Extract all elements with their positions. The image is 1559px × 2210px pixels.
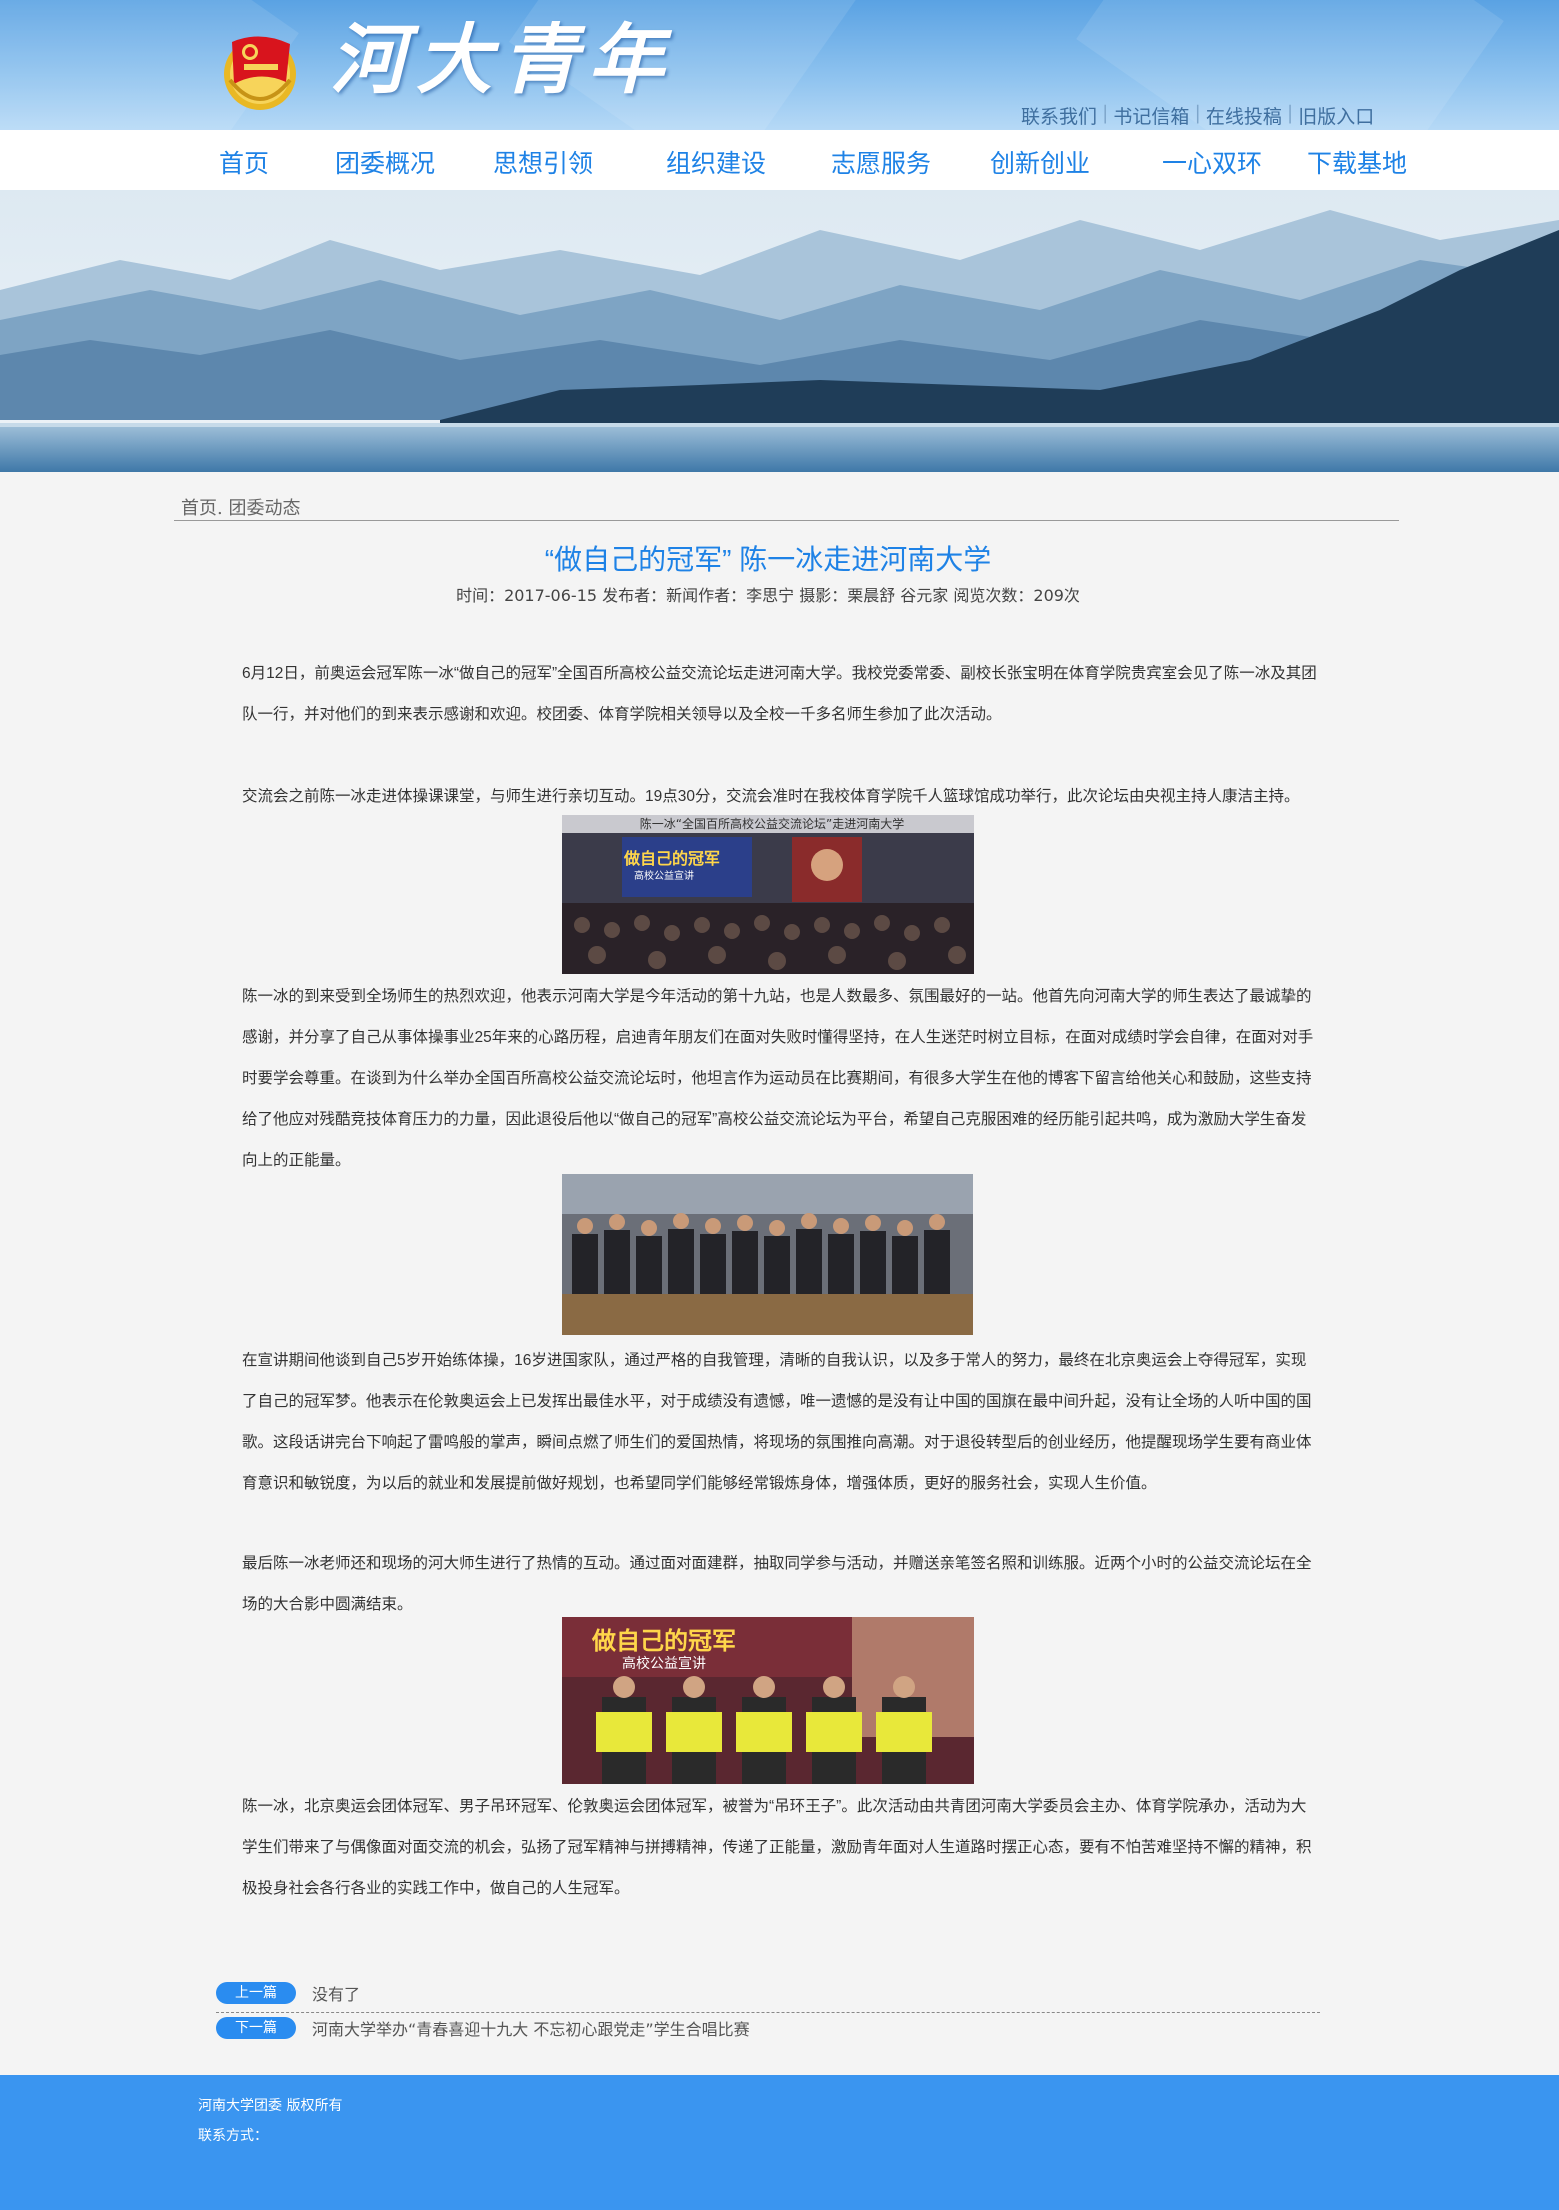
landscape-banner: [0, 190, 1559, 472]
breadcrumb[interactable]: 首页. 团委动态: [181, 494, 300, 520]
site-footer: 河南大学团委 版权所有 联系方式：: [0, 2075, 1559, 2210]
photo-subtitle-text: 高校公益宣讲: [622, 1656, 706, 1672]
top-link-old-version[interactable]: 旧版入口: [1293, 102, 1379, 129]
mountain-lake-image: [0, 190, 1559, 472]
nav-item-download[interactable]: 下载基地: [1307, 144, 1407, 180]
footer-copyright: 河南大学团委 版权所有: [198, 2098, 343, 2114]
nav-item-volunteer[interactable]: 志愿服务: [831, 144, 931, 180]
footer-contact: 联系方式：: [198, 2128, 268, 2144]
photo-subtitle-text: 高校公益宣讲: [634, 871, 694, 882]
article-photo-award: 做自己的冠军 高校公益宣讲: [562, 1617, 974, 1784]
article-meta: 时间：2017-06-15 发布者：新闻作者：李思宁 摄影：栗晨舒 谷元家 阅览…: [456, 586, 1080, 605]
article-photo-group: [562, 1174, 973, 1335]
top-link-contact[interactable]: 联系我们: [1016, 102, 1102, 129]
photo-banner-text: 陈一冰“全国百所高校公益交流论坛”走进河南大学: [639, 817, 905, 831]
nav-item-organization[interactable]: 组织建设: [666, 144, 766, 180]
nav-item-overview[interactable]: 团委概况: [335, 144, 435, 180]
prev-badge: 上一篇: [216, 1982, 296, 2004]
youth-league-emblem-icon[interactable]: [220, 22, 300, 118]
article-title: “做自己的冠军” 陈一冰走进河南大学: [544, 544, 992, 575]
prev-article-row: 上一篇 没有了: [216, 1982, 360, 2004]
site-title[interactable]: 河大青年: [330, 22, 674, 98]
article-paragraph: 陈一冰的到来受到全场师生的热烈欢迎，他表示河南大学是今年活动的第十九站，也是人数…: [242, 988, 1314, 1169]
divider: [174, 520, 1399, 521]
nav-item-home[interactable]: 首页: [219, 144, 269, 180]
article-paragraph: 在宣讲期间他谈到自己5岁开始练体操，16岁进国家队，通过严格的自我管理，清晰的自…: [242, 1352, 1312, 1492]
article-paragraph: 陈一冰，北京奥运会团体冠军、男子吊环冠军、伦敦奥运会团体冠军，被誉为“吊环王子”…: [242, 1798, 1312, 1897]
top-link-secretary-mailbox[interactable]: 书记信箱: [1108, 102, 1194, 129]
main-nav: 首页 团委概况 思想引领 组织建设 志愿服务 创新创业 一心双环 下载基地: [0, 130, 1559, 190]
article-paragraph: 6月12日，前奥运会冠军陈一冰“做自己的冠军”全国百所高校公益交流论坛走进河南大…: [242, 665, 1317, 723]
article-photo-forum: 陈一冰“全国百所高校公益交流论坛”走进河南大学 做自己的冠军 高校公益宣讲: [562, 815, 974, 974]
next-badge: 下一篇: [216, 2017, 296, 2039]
dashed-divider: [216, 2012, 1320, 2013]
article-paragraph: 交流会之前陈一冰走进体操课课堂，与师生进行亲切互动。19点30分，交流会准时在我…: [242, 788, 1300, 805]
nav-item-ideology[interactable]: 思想引领: [493, 144, 593, 180]
top-links: 联系我们 | 书记信箱 | 在线投稿 | 旧版入口: [1016, 102, 1379, 129]
next-article-row: 下一篇 河南大学举办“青春喜迎十九大 不忘初心跟党走”学生合唱比赛: [216, 2017, 750, 2039]
photo-title-text: 做自己的冠军: [592, 1627, 736, 1655]
article-paragraph: 最后陈一冰老师还和现场的河大师生进行了热情的互动。通过面对面建群，抽取同学参与活…: [242, 1555, 1312, 1613]
top-link-submit[interactable]: 在线投稿: [1201, 102, 1287, 129]
site-header: 河大青年 联系我们 | 书记信箱 | 在线投稿 | 旧版入口: [0, 0, 1559, 130]
nav-item-innovation[interactable]: 创新创业: [990, 144, 1090, 180]
photo-title-text: 做自己的冠军: [624, 849, 721, 868]
prev-article-link[interactable]: 没有了: [312, 1981, 360, 2005]
next-article-link[interactable]: 河南大学举办“青春喜迎十九大 不忘初心跟党走”学生合唱比赛: [312, 2016, 750, 2040]
nav-item-one-heart[interactable]: 一心双环: [1162, 144, 1262, 180]
